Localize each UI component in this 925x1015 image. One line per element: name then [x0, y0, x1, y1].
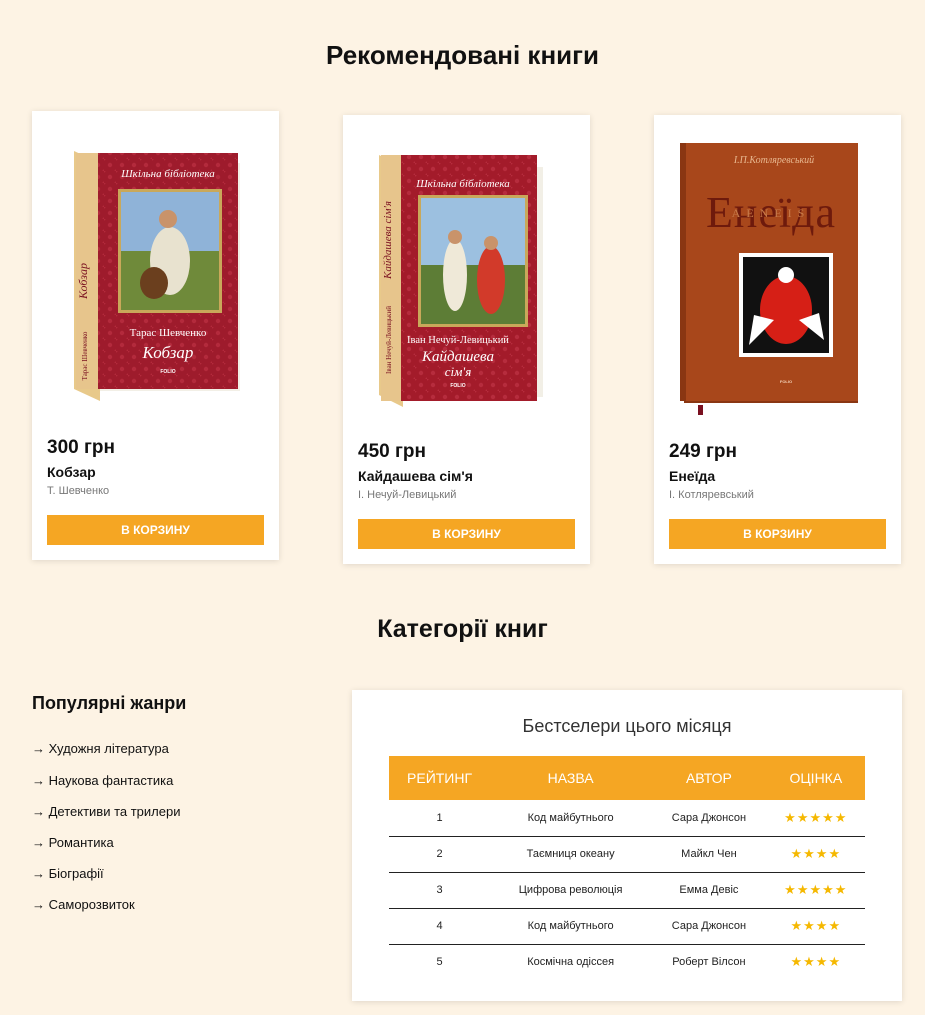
author-cell: Роберт Вілсон: [672, 956, 746, 969]
spine-title: Кобзар: [76, 263, 90, 300]
header-author: АВТОР: [651, 756, 767, 800]
cover-author: Тарас Шевченко: [130, 327, 207, 339]
cover-publisher: FOLIO: [780, 379, 792, 384]
add-to-cart-button[interactable]: В КОРЗИНУ: [358, 519, 575, 549]
title-cell: Цифрова революція: [490, 872, 652, 909]
book-card[interactable]: І.П.Котляревський Енеїда AENEIS FOLIO 24…: [654, 115, 901, 564]
cover-overlay-text: AENEIS: [732, 206, 811, 220]
rating-cell: ★★★★: [767, 944, 865, 980]
table-header-row: РЕЙТИНГ НАЗВА АВТОР ОЦІНКА: [389, 756, 865, 800]
table-row[interactable]: 4 Код майбутнього Сара Джонсон ★★★★: [389, 908, 865, 945]
popular-genres-title: Популярні жанри: [32, 693, 187, 713]
table-row[interactable]: 3 Цифрова революція Емма Девіс ★★★★★: [389, 872, 865, 909]
spine-title: Кайдашева сім'я: [382, 201, 394, 280]
star-rating-icons: ★★★★: [790, 918, 842, 933]
author-cell: Сара Джонсон: [651, 800, 767, 837]
rank-cell: 2: [389, 836, 491, 873]
title-cell: Код майбутнього: [490, 908, 652, 945]
cover-series: Шкільна бібліотека: [415, 178, 510, 190]
title-cell: Космічна одіссея: [527, 956, 615, 969]
book-price: 249 грн: [669, 441, 737, 462]
cover-author: І.П.Котляревський: [733, 155, 814, 166]
add-to-cart-button[interactable]: В КОРЗИНУ: [47, 515, 264, 545]
book-card[interactable]: Кобзар Тарас Шевченко Шкільна бібліотека…: [32, 111, 279, 560]
cover-author: Іван Нечуй-Левицький: [407, 335, 509, 346]
title-cell: Код майбутнього: [490, 800, 652, 837]
header-title: НАЗВА: [490, 756, 652, 800]
book-price: 450 грн: [358, 441, 426, 462]
rating-cell: ★★★★: [766, 908, 865, 945]
rank-cell: 3: [389, 872, 491, 909]
book-title[interactable]: Кайдашева сім'я: [358, 468, 473, 484]
header-score: ОЦІНКА: [766, 756, 865, 800]
book-cover-image[interactable]: І.П.Котляревський Енеїда AENEIS FOLIO: [654, 115, 901, 415]
cover-title: сім'я: [445, 364, 472, 379]
star-rating-icons: ★★★★★: [784, 882, 848, 897]
book-cover-image[interactable]: Кайдашева сім'я Іван Нечуй-Левицький Шкі…: [343, 115, 590, 415]
genre-link[interactable]: → Наукова фантастика: [32, 773, 173, 788]
header-rating: РЕЙТИНГ: [389, 756, 491, 800]
add-to-cart-button[interactable]: В КОРЗИНУ: [669, 519, 886, 549]
cover-title: Кайдашева: [421, 349, 494, 365]
genre-link[interactable]: → Детективи та трилери: [32, 804, 180, 819]
cover-publisher: FOLIO: [160, 369, 175, 375]
title-cell: Таємниця океану: [490, 836, 652, 873]
cover-publisher: FOLIO: [450, 383, 465, 389]
rank-cell: 1: [389, 800, 491, 837]
genre-link[interactable]: → Художня література: [32, 741, 169, 756]
rank-cell: 5: [436, 956, 443, 969]
categories-title: Категорії книг: [377, 615, 548, 643]
cover-series: Шкільна бібліотека: [120, 168, 215, 180]
bestsellers-table: РЕЙТИНГ НАЗВА АВТОР ОЦІНКА 1 Код майбутнь…: [389, 756, 865, 980]
table-row[interactable]: 5 Космічна одіссея Роберт Вілсон ★★★★: [389, 944, 865, 980]
spine-author: Тарас Шевченко: [81, 331, 89, 380]
book-title[interactable]: Кобзар: [47, 464, 96, 480]
cover-title: Кобзар: [142, 343, 194, 362]
book-price: 300 грн: [47, 437, 115, 458]
genre-link[interactable]: → Романтика: [32, 835, 114, 850]
author-cell: Емма Девіс: [651, 872, 767, 909]
rating-cell: ★★★★★: [766, 872, 865, 909]
rating-cell: ★★★★★: [766, 800, 865, 837]
table-row[interactable]: 2 Таємниця океану Майкл Чен ★★★★: [389, 836, 865, 873]
book-card[interactable]: Кайдашева сім'я Іван Нечуй-Левицький Шкі…: [343, 115, 590, 564]
genre-link[interactable]: → Саморозвиток: [32, 897, 135, 912]
rating-cell: ★★★★: [766, 836, 865, 873]
rank-cell: 4: [389, 908, 491, 945]
book-author: І. Котляревський: [669, 489, 754, 501]
book-cover-image[interactable]: Кобзар Тарас Шевченко Шкільна бібліотека…: [32, 111, 279, 411]
bestsellers-card: Бестселери цього місяця РЕЙТИНГ НАЗВА АВ…: [352, 690, 902, 1001]
recommended-title: Рекомендовані книги: [326, 40, 599, 70]
table-row[interactable]: 1 Код майбутнього Сара Джонсон ★★★★★: [389, 800, 865, 837]
book-author: Т. Шевченко: [47, 485, 110, 497]
spine-author: Іван Нечуй-Левицький: [385, 306, 393, 374]
bestsellers-caption: Бестселери цього місяця: [522, 716, 732, 736]
star-rating-icons: ★★★★: [790, 954, 842, 970]
author-cell: Сара Джонсон: [651, 908, 767, 945]
star-rating-icons: ★★★★★: [784, 809, 848, 825]
book-title[interactable]: Енеїда: [669, 468, 715, 484]
book-author: І. Нечуй-Левицький: [358, 489, 457, 501]
star-rating-icons: ★★★★: [790, 846, 842, 861]
author-cell: Майкл Чен: [651, 836, 767, 873]
genre-link[interactable]: → Біографії: [32, 866, 104, 881]
